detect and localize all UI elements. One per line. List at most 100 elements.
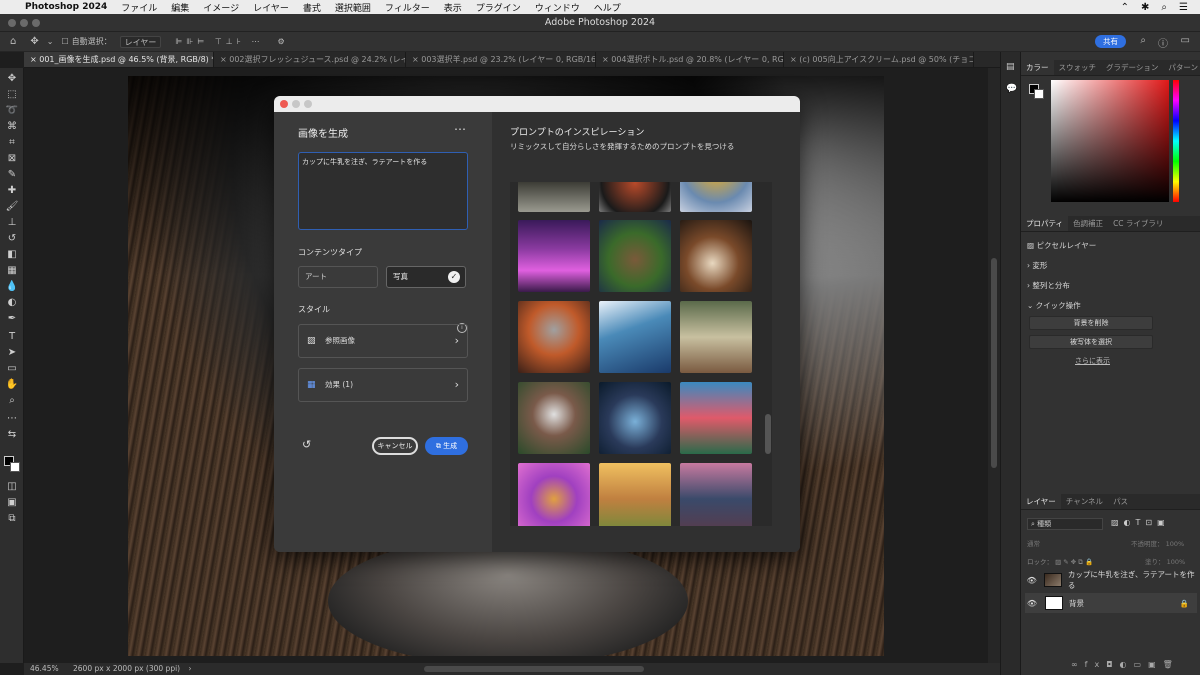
history-brush-icon[interactable]: ↺ <box>5 232 19 246</box>
menu-select[interactable]: 選択範囲 <box>328 1 378 14</box>
marquee-tool-icon[interactable]: ⬚ <box>5 88 19 102</box>
gallery-thumbnail[interactable] <box>599 463 671 526</box>
tab-channels[interactable]: チャンネル <box>1061 494 1108 509</box>
tab-swatches[interactable]: スウォッチ <box>1054 60 1102 75</box>
vertical-scrollbar[interactable] <box>988 68 1000 663</box>
stamp-tool-icon[interactable]: ⊥ <box>5 216 19 230</box>
layer-row[interactable]: 👁 カップに牛乳を注ぎ、ラテアートを作る <box>1025 570 1197 590</box>
object-select-tool-icon[interactable]: ⌘ <box>5 120 19 134</box>
close-dialog-button[interactable] <box>280 100 288 108</box>
gallery-thumbnail[interactable] <box>680 382 752 454</box>
gallery-thumbnail[interactable] <box>680 301 752 373</box>
menu-filter[interactable]: フィルター <box>378 1 437 14</box>
layer-action-icons[interactable]: ∞fx◘◐▭▣🗑 <box>1071 660 1180 669</box>
type-tool-icon[interactable]: T <box>5 330 19 344</box>
section-transform[interactable]: › 変形 <box>1027 260 1047 271</box>
bluetooth-icon[interactable]: ✱ <box>1141 2 1149 13</box>
history-panel-icon[interactable]: ▤ <box>1006 62 1015 72</box>
gallery-thumbnail[interactable] <box>599 220 671 292</box>
gallery-thumbnail[interactable] <box>599 182 671 212</box>
share-button[interactable]: 共有 <box>1095 35 1126 48</box>
content-type-art-button[interactable]: アート <box>298 266 378 288</box>
move-tool-icon[interactable]: ✥ <box>5 72 19 86</box>
tab-doc-5[interactable]: × (c) 005向上アイスクリーム.psd @ 50% (チョコ... <box>784 52 974 67</box>
eraser-tool-icon[interactable]: ◧ <box>5 248 19 262</box>
auto-select-target-dropdown[interactable]: レイヤー <box>119 35 162 48</box>
scroll-thumb[interactable] <box>991 258 997 468</box>
comments-panel-icon[interactable]: 💬 <box>1006 84 1017 94</box>
layer-filter-icons[interactable]: ▨◐T⊡▣ <box>1111 518 1170 527</box>
generate-button[interactable]: ⧉ 生成 <box>425 437 468 455</box>
search-icon[interactable]: ⌕ <box>1140 35 1146 46</box>
align-icons[interactable]: ⊫⊪⊨ ⊤⊥⊦ ⋯ <box>175 37 263 46</box>
zoom-level[interactable]: 46.45% <box>30 664 59 673</box>
minimize-window-button[interactable] <box>20 19 28 27</box>
zoom-tool-icon[interactable]: ⌕ <box>5 394 19 408</box>
tab-color[interactable]: カラー <box>1021 60 1054 75</box>
color-picker-field[interactable] <box>1051 80 1169 202</box>
tab-paths[interactable]: パス <box>1108 494 1133 509</box>
home-icon[interactable]: ⌂ <box>10 36 16 47</box>
healing-brush-icon[interactable]: ✚ <box>5 184 19 198</box>
document-info[interactable]: 2600 px x 2000 px (300 ppi) <box>73 664 180 673</box>
lasso-tool-icon[interactable]: ➰ <box>5 104 19 118</box>
reference-image-button[interactable]: ▨ 参照画像 › <box>298 324 468 358</box>
menu-help[interactable]: ヘルプ <box>587 1 628 14</box>
gallery-thumbnail[interactable] <box>518 220 590 292</box>
gallery-thumbnail[interactable] <box>680 182 752 212</box>
gallery-thumbnail[interactable] <box>680 220 752 292</box>
menu-window[interactable]: ウィンドウ <box>528 1 587 14</box>
gallery-thumbnail[interactable] <box>518 382 590 454</box>
menu-layer[interactable]: レイヤー <box>246 1 296 14</box>
remove-background-button[interactable]: 背景を削除 <box>1029 316 1153 330</box>
screen-mode-icon[interactable]: ▣ <box>5 496 19 510</box>
gallery-scrollbar[interactable] <box>764 182 772 526</box>
tab-layers[interactable]: レイヤー <box>1021 494 1061 509</box>
gallery-thumbnail[interactable] <box>599 301 671 373</box>
show-more-link[interactable]: さらに表示 <box>1075 356 1110 366</box>
gallery-thumbnail[interactable] <box>518 182 590 212</box>
menu-view[interactable]: 表示 <box>437 1 469 14</box>
brush-tool-icon[interactable]: 🖌 <box>5 200 19 214</box>
control-center-icon[interactable]: ☰ <box>1179 2 1188 13</box>
horizontal-scrollbar[interactable] <box>424 666 644 672</box>
section-align[interactable]: › 整列と分布 <box>1027 280 1070 291</box>
more-tools-icon[interactable]: ⋯ <box>5 412 19 426</box>
gradient-tool-icon[interactable]: ▦ <box>5 264 19 278</box>
frame-tool-icon[interactable]: ⊠ <box>5 152 19 166</box>
minimize-dialog-button[interactable] <box>292 100 300 108</box>
opacity-value[interactable]: 100% <box>1166 540 1185 548</box>
gallery-thumbnail[interactable] <box>518 301 590 373</box>
tab-doc-3[interactable]: × 003選択羊.psd @ 23.2% (レイヤー 0, RGB/16... <box>406 52 596 67</box>
fill-value[interactable]: 100% <box>1167 558 1186 566</box>
menu-type[interactable]: 書式 <box>296 1 328 14</box>
reset-icon[interactable]: ↺ <box>302 438 311 451</box>
move-tool-icon[interactable]: ✥ <box>30 36 38 47</box>
tab-doc-2[interactable]: × 002選択フレッシュジュース.psd @ 24.2% (レイ... <box>214 52 406 67</box>
eye-icon[interactable]: 👁 <box>1025 599 1039 608</box>
blur-tool-icon[interactable]: 💧 <box>5 280 19 294</box>
background-color-swatch[interactable] <box>1034 89 1044 99</box>
search-icon[interactable]: ⌕ <box>1161 2 1167 13</box>
help-icon[interactable]: ⓘ <box>1158 35 1168 50</box>
background-color-swatch[interactable] <box>10 462 20 472</box>
more-options-icon[interactable]: ⋯ <box>454 122 466 136</box>
gear-icon[interactable]: ⚙ <box>277 37 284 46</box>
layer-row[interactable]: 👁 背景 🔒 <box>1025 593 1197 613</box>
gallery-thumbnail[interactable] <box>599 382 671 454</box>
close-window-button[interactable] <box>8 19 16 27</box>
gallery-thumbnail[interactable] <box>518 463 590 526</box>
tab-patterns[interactable]: パターン <box>1163 60 1200 75</box>
zoom-dialog-button[interactable] <box>304 100 312 108</box>
section-quick-actions[interactable]: ⌄ クイック操作 <box>1027 300 1081 311</box>
blend-mode-dropdown[interactable]: 通常 <box>1027 538 1040 548</box>
tab-properties[interactable]: プロパティ <box>1021 216 1069 231</box>
gallery-scroll-thumb[interactable] <box>765 414 771 454</box>
tab-gradients[interactable]: グラデーション <box>1101 60 1163 75</box>
effects-button[interactable]: ▦ 効果 (1) › <box>298 368 468 402</box>
eye-icon[interactable]: 👁 <box>1025 576 1038 585</box>
crop-tool-icon[interactable]: ⌗ <box>5 136 19 150</box>
menu-image[interactable]: イメージ <box>196 1 246 14</box>
chevron-right-icon[interactable]: › <box>188 664 191 673</box>
shape-tool-icon[interactable]: ▭ <box>5 362 19 376</box>
